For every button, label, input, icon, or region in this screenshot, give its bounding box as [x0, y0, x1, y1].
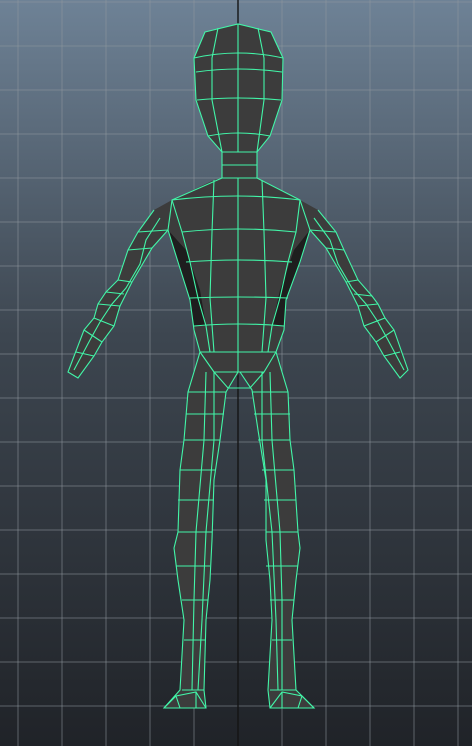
perspective-viewport[interactable] — [0, 0, 472, 746]
viewport-canvas[interactable] — [0, 0, 472, 746]
